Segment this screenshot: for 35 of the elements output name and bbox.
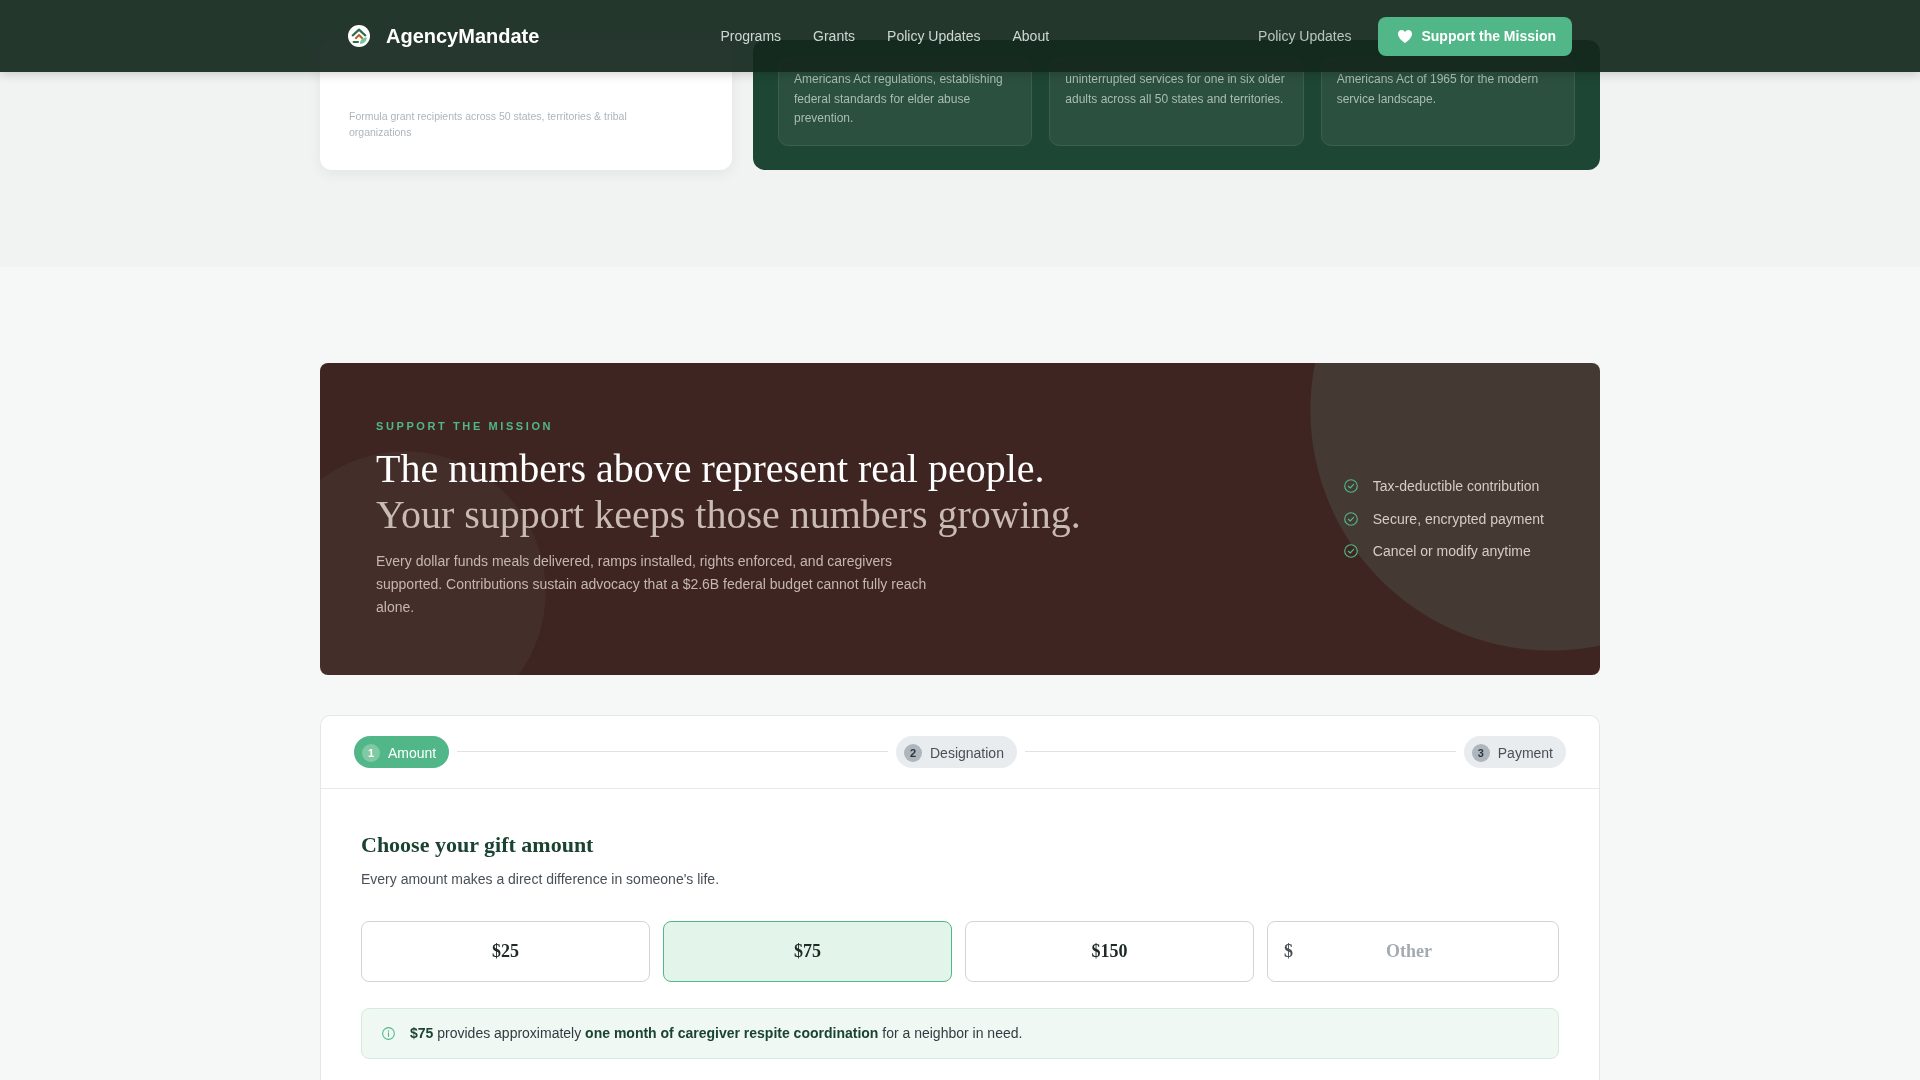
feature-text: Americans Act regulations, establishing federal standards for elder abuse prevention. (794, 71, 1004, 127)
step-indicator: 3 Payment (1463, 735, 1566, 768)
impact-text: $75 provides approximately one month of caregiver respite coordination for a neighbor in need. (410, 1024, 1023, 1043)
amount-option[interactable]: $25 (361, 920, 650, 982)
nav-link[interactable]: About (1012, 28, 1050, 44)
headline-text: The numbers above represent real people. (376, 445, 1046, 492)
house-leaf-logo-icon (348, 25, 370, 47)
step-indicator: 2 Designation (896, 735, 1017, 768)
feature-text: uninterrupted services for one in six older adults across all 50 states and territories. (1065, 71, 1286, 108)
feature-text: Americans Act of 1965 for the modern service landscape. (1336, 71, 1540, 108)
nav-link[interactable]: Grants (813, 28, 856, 44)
check-circle-icon (1343, 511, 1358, 526)
currency-symbol: $ (1284, 940, 1293, 962)
nav-link[interactable]: Policy Updates (1258, 28, 1352, 44)
support-paragraph: Every dollar funds meals delivered, ramps installed, rights enforced, and caregivers supported. Contributions sustain advocacy that a $2.6B federal budget cannot fully reach alone. (376, 551, 928, 617)
heart-icon (1398, 29, 1413, 43)
info-icon (382, 1026, 395, 1040)
step-indicator: 1 Amount (354, 735, 450, 768)
nav-link[interactable]: Programs (720, 28, 782, 44)
amount-option[interactable]: $150 (965, 920, 1254, 982)
assurance-text: Secure, encrypted payment (1372, 509, 1544, 529)
assurance-text: Cancel or modify anytime (1372, 542, 1531, 561)
custom-amount-field[interactable]: $ Other (1267, 920, 1559, 982)
nav-link[interactable]: Policy Updates (887, 28, 981, 44)
form-subtitle: Every amount makes a direct difference in someone's life. (361, 869, 721, 889)
other-amount-input[interactable]: Other (1293, 940, 1541, 962)
amount-option[interactable]: $75 (663, 920, 952, 982)
stat-caption: Formula grant recipients across 50 states, territories & tribal organizations (349, 108, 628, 140)
headline-subtext: Your support keeps those numbers growing. (376, 491, 1081, 538)
check-circle-icon (1343, 479, 1358, 493)
check-circle-icon (1343, 544, 1358, 558)
form-title: Choose your gift amount (361, 830, 595, 859)
assurance-text: Tax-deductible contribution (1372, 477, 1540, 496)
eyebrow-text: SUPPORT THE MISSION (376, 418, 555, 433)
brand-link[interactable]: AgencyMandate (348, 24, 540, 48)
